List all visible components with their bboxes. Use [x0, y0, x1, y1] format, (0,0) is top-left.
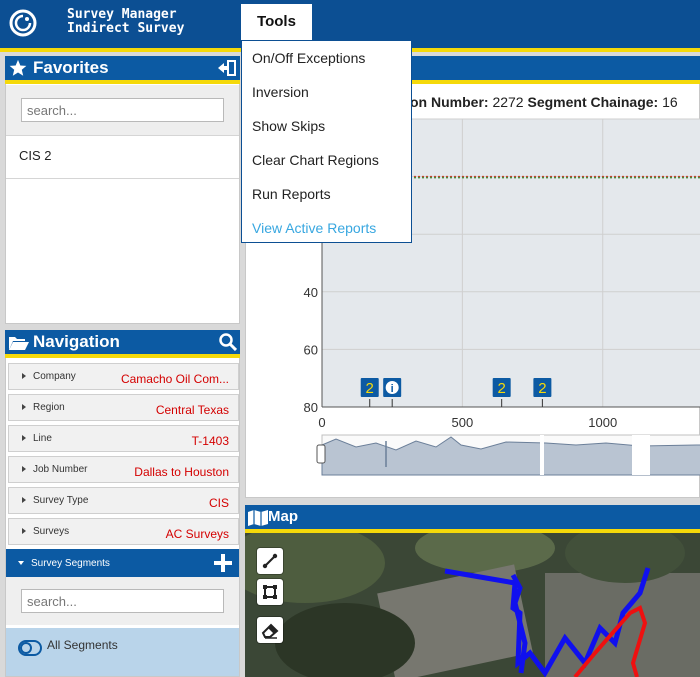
map-header: Map	[245, 505, 700, 533]
nav-row-label: Survey Type	[33, 495, 89, 506]
tools-dropdown-menu: On/Off Exceptions Inversion Show Skips C…	[241, 40, 412, 243]
marker-label: 2	[498, 380, 506, 397]
map-panel: Map	[245, 505, 700, 677]
favorite-item[interactable]: CIS 2	[6, 145, 239, 179]
app-title-line1: Survey Manager	[67, 7, 177, 22]
y-tick-label: 40	[304, 285, 318, 300]
nav-row-line[interactable]: Line T-1403	[8, 425, 239, 452]
nav-row-job-number[interactable]: Job Number Dallas to Houston	[8, 456, 239, 483]
segments-search-area	[6, 577, 239, 625]
nav-row-value: Dallas to Houston	[134, 465, 229, 479]
all-segments-item[interactable]: All Segments	[6, 628, 239, 676]
menu-item-show-skips[interactable]: Show Skips	[252, 118, 325, 134]
menu-item-view-active-reports[interactable]: View Active Reports	[252, 220, 376, 236]
add-segment-icon[interactable]	[214, 554, 232, 572]
navigation-header: Navigation	[5, 330, 240, 358]
map-title: Map	[268, 508, 298, 525]
map-icon	[248, 510, 268, 526]
y-tick-label: 80	[304, 400, 318, 415]
nav-row-label: Company	[33, 371, 76, 382]
survey-segments-label: Survey Segments	[31, 558, 110, 569]
favorites-search-input[interactable]	[21, 98, 224, 122]
folder-open-icon	[9, 337, 29, 350]
nav-row-survey-segments[interactable]: Survey Segments	[6, 549, 239, 577]
draw-line-tool[interactable]	[257, 548, 283, 574]
tools-menu-tab[interactable]: Tools	[241, 4, 312, 42]
star-icon	[9, 59, 27, 76]
caret-right-icon	[22, 497, 26, 503]
segments-search-input[interactable]	[21, 589, 224, 613]
favorites-title: Favorites	[33, 58, 109, 77]
range-handle-left	[316, 444, 326, 464]
nav-row-value: AC Surveys	[165, 527, 229, 541]
nav-row-label: Job Number	[33, 464, 88, 475]
info-marker-label: i	[391, 383, 394, 395]
x-tick-label: 500	[452, 415, 474, 430]
nav-row-label: Surveys	[33, 526, 70, 537]
caret-right-icon	[22, 466, 26, 472]
marker-label: 2	[366, 380, 374, 397]
nav-row-surveys[interactable]: Surveys AC Surveys	[8, 518, 239, 545]
y-tick-label: 60	[304, 342, 318, 357]
all-segments-label: All Segments	[47, 638, 118, 652]
draw-rectangle-icon	[263, 585, 277, 599]
caret-right-icon	[22, 404, 26, 410]
nav-row-survey-type[interactable]: Survey Type CIS	[8, 487, 239, 514]
search-icon[interactable]	[219, 333, 237, 351]
caret-right-icon	[22, 528, 26, 534]
nav-row-value: CIS	[208, 496, 229, 510]
app-logo-icon	[9, 9, 37, 37]
favorites-header: Favorites	[5, 56, 240, 84]
range-gap	[632, 435, 650, 475]
navigation-title: Navigation	[33, 332, 120, 351]
nav-row-region[interactable]: Region Central Texas	[8, 394, 239, 421]
nav-row-label: Line	[33, 433, 52, 444]
nav-row-value: T-1403	[191, 434, 229, 448]
caret-right-icon	[22, 435, 26, 441]
eraser-tool[interactable]	[257, 617, 283, 643]
nav-row-label: Region	[33, 402, 65, 413]
x-tick-label: 0	[318, 415, 325, 430]
nav-row-company[interactable]: Company Camacho Oil Com...	[8, 363, 239, 390]
menu-item-on-off-exceptions[interactable]: On/Off Exceptions	[252, 50, 365, 66]
app-title-line2: Indirect Survey	[67, 21, 185, 36]
menu-item-clear-chart-regions[interactable]: Clear Chart Regions	[252, 152, 379, 168]
draw-line-icon	[262, 553, 278, 569]
toggle-icon[interactable]	[18, 640, 42, 656]
sign-in-icon[interactable]	[217, 60, 236, 76]
nav-row-value: Camacho Oil Com...	[120, 372, 229, 386]
nav-row-value: Central Texas	[155, 403, 229, 417]
marker-label: 2	[538, 380, 546, 397]
eraser-icon	[261, 623, 279, 639]
caret-down-icon	[18, 561, 24, 565]
app-title: Survey Manager Indirect Survey	[67, 8, 184, 36]
favorites-search-area	[6, 85, 239, 136]
favorites-panel: Favorites CIS 2	[5, 56, 240, 324]
navigation-panel: Navigation Company Camacho Oil Com... Re…	[5, 330, 240, 677]
draw-rectangle-tool[interactable]	[257, 579, 283, 605]
map-canvas[interactable]	[245, 533, 700, 677]
x-tick-label: 1000	[588, 415, 617, 430]
menu-item-inversion[interactable]: Inversion	[252, 84, 309, 100]
caret-right-icon	[22, 373, 26, 379]
range-gap	[540, 435, 544, 475]
menu-item-run-reports[interactable]: Run Reports	[252, 186, 331, 202]
